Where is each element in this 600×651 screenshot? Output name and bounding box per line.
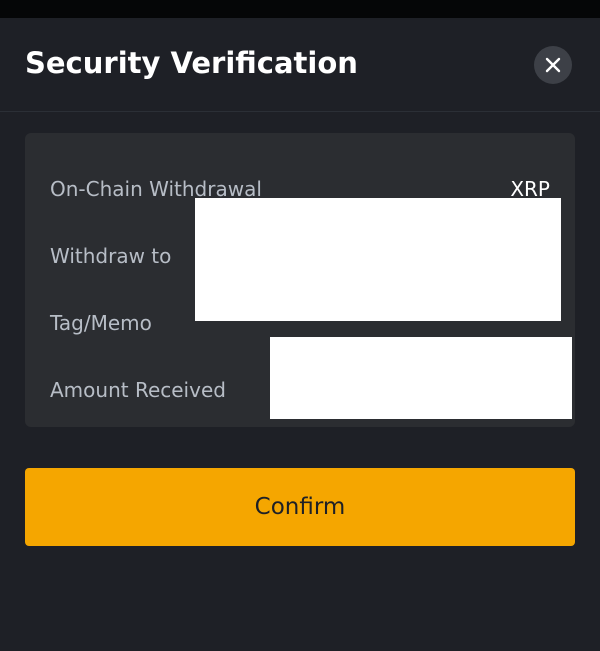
close-button[interactable] xyxy=(534,46,572,84)
redacted-amount-block xyxy=(270,337,572,419)
dialog-header: Security Verification xyxy=(0,18,600,112)
dialog-title: Security Verification xyxy=(25,46,358,80)
row-label-amount-received: Amount Received xyxy=(50,378,226,402)
redacted-address-block xyxy=(195,198,561,321)
confirm-button[interactable]: Confirm xyxy=(25,468,575,546)
security-verification-dialog: Security Verification On-Chain Withdrawa… xyxy=(0,18,600,651)
status-bar-strip xyxy=(0,0,600,18)
close-icon xyxy=(545,57,561,73)
row-label-withdraw-to: Withdraw to xyxy=(50,244,172,268)
row-label-tag-memo: Tag/Memo xyxy=(50,311,152,335)
withdrawal-details-card: On-Chain Withdrawal XRP Withdraw to Tag/… xyxy=(25,133,575,427)
